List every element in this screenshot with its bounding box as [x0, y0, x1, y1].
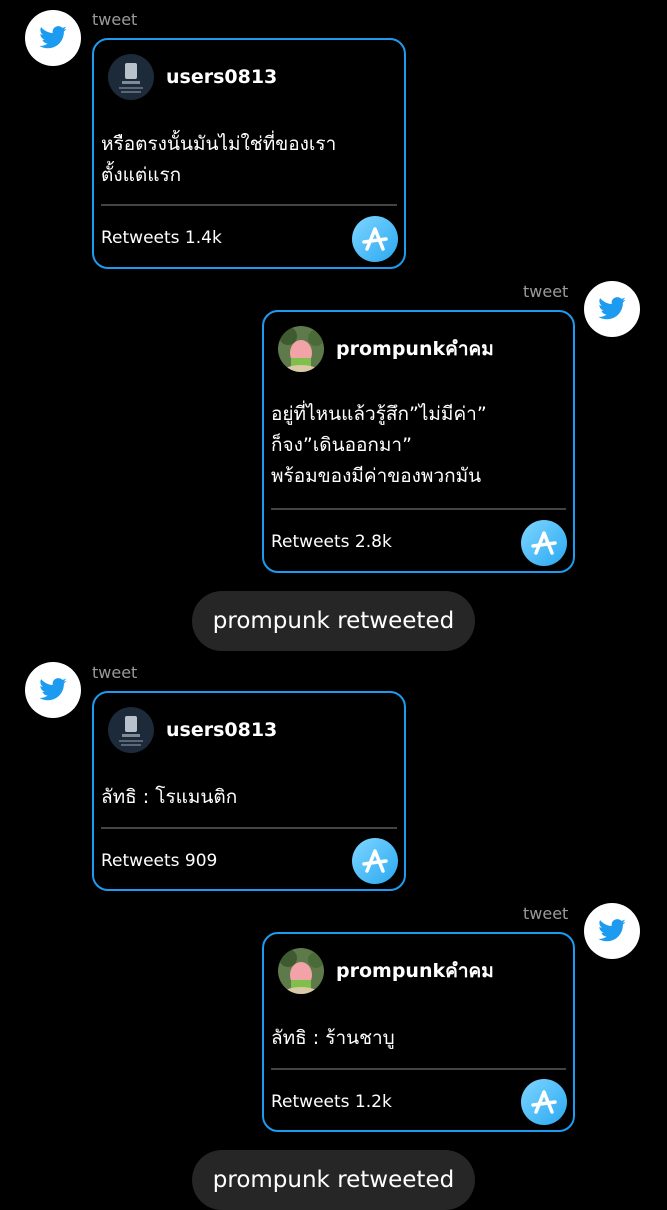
user-avatar — [278, 948, 324, 994]
a-badge-icon — [531, 531, 557, 555]
card-divider — [271, 1068, 566, 1070]
username: users0813 — [166, 719, 278, 741]
tweet-label: tweet — [92, 663, 138, 682]
user-avatar — [108, 707, 154, 753]
tweet-card[interactable]: prompunkคำคม ลัทธิ : ร้านชาบู Retweets 1… — [262, 932, 575, 1132]
badge[interactable] — [352, 838, 398, 884]
a-badge-icon — [362, 227, 388, 251]
badge[interactable] — [521, 520, 567, 566]
username: prompunkคำคม — [336, 960, 494, 982]
retweet-count: Retweets 1.4k — [101, 228, 222, 248]
tweet-label: tweet — [92, 10, 138, 29]
retweeted-notice: prompunk retweeted — [192, 591, 475, 651]
twitter-bird-icon — [39, 26, 67, 49]
tweet-text: อยู่ที่ไหนแล้วรู้สึก”ไม่มีค่า” ก็จง”เดิน… — [271, 403, 487, 487]
badge[interactable] — [521, 1079, 567, 1125]
twitter-bird-icon — [598, 297, 626, 320]
twitter-avatar-1 — [25, 10, 81, 66]
username: users0813 — [166, 66, 278, 88]
tweet-card[interactable]: users0813 หรือตรงนั้นมันไม่ใช่ที่ของเรา … — [92, 38, 406, 269]
twitter-avatar-2 — [584, 281, 640, 337]
retweet-count: Retweets 1.2k — [271, 1092, 392, 1112]
badge[interactable] — [352, 216, 398, 262]
retweet-count: Retweets 909 — [101, 851, 218, 871]
a-badge-icon — [531, 1090, 557, 1114]
tweet-label: tweet — [523, 904, 569, 923]
tweet-label: tweet — [523, 282, 569, 301]
username: prompunkคำคม — [336, 338, 494, 360]
card-divider — [271, 508, 566, 510]
retweet-count: Retweets 2.8k — [271, 532, 392, 552]
card-divider — [101, 827, 397, 829]
tweet-card[interactable]: users0813 ลัทธิ : โรแมนติก Retweets 909 — [92, 691, 406, 891]
tweet-card[interactable]: prompunkคำคม อยู่ที่ไหนแล้วรู้สึก”ไม่มีค… — [262, 310, 575, 573]
user-avatar — [278, 326, 324, 372]
tweet-text: หรือตรงนั้นมันไม่ใช่ที่ของเรา ตั้งแต่แรก — [101, 133, 337, 186]
retweeted-notice: prompunk retweeted — [192, 1150, 475, 1210]
twitter-bird-icon — [598, 919, 626, 942]
twitter-avatar-4 — [584, 903, 640, 959]
twitter-bird-icon — [39, 678, 67, 701]
twitter-avatar-3 — [25, 662, 81, 718]
card-divider — [101, 204, 397, 206]
user-avatar — [108, 54, 154, 100]
tweet-text: ลัทธิ : โรแมนติก — [101, 786, 238, 808]
a-badge-icon — [362, 849, 388, 873]
tweet-text: ลัทธิ : ร้านชาบู — [271, 1027, 395, 1049]
